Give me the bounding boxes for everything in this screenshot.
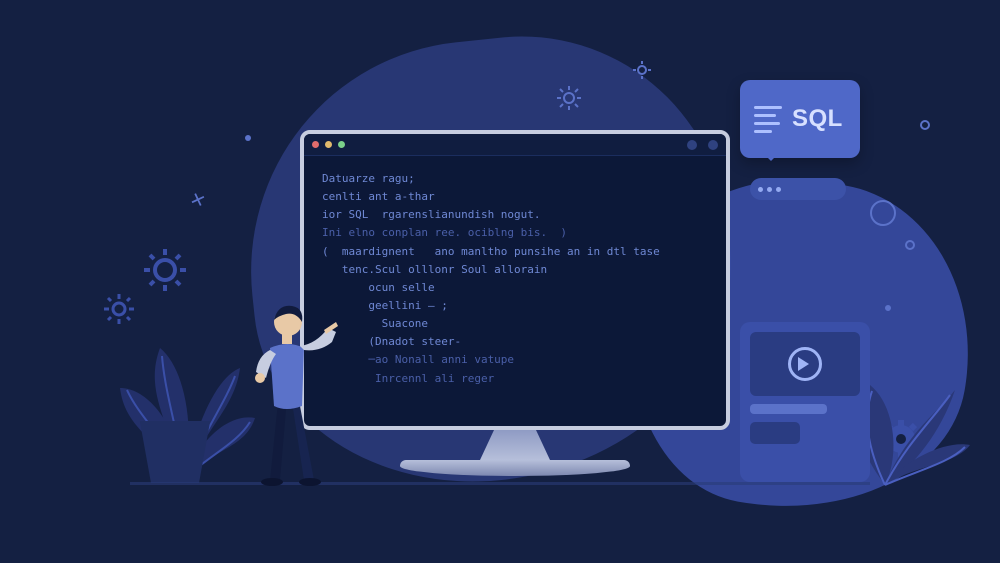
monitor: Datuarze ragu; cenlti ant a-thar ior SQL… — [300, 130, 730, 476]
person-icon — [238, 292, 338, 486]
gear-icon — [632, 60, 652, 80]
traffic-light-close-icon — [312, 141, 319, 148]
dot-icon — [758, 187, 763, 192]
placeholder-line — [750, 404, 827, 414]
video-thumbnail — [750, 332, 860, 396]
sql-label: SQL — [792, 105, 843, 133]
gear-icon — [140, 245, 190, 295]
dot-icon — [767, 187, 772, 192]
placeholder-block — [750, 422, 800, 444]
sql-badge: SQL — [740, 80, 860, 158]
traffic-light-minimize-icon — [325, 141, 332, 148]
code-block: Datuarze ragu; cenlti ant a-thar ior SQL… — [304, 156, 726, 402]
small-ring-icon — [920, 120, 930, 130]
dot-icon — [776, 187, 781, 192]
code-window: Datuarze ragu; cenlti ant a-thar ior SQL… — [300, 130, 730, 430]
monitor-stand — [400, 460, 630, 476]
gear-icon — [556, 85, 582, 111]
window-control-icon — [687, 140, 697, 150]
text-lines-icon — [754, 106, 782, 133]
window-control-icon — [708, 140, 718, 150]
dot-icon — [885, 305, 891, 311]
ring-icon — [870, 200, 896, 226]
search-pill — [750, 178, 846, 200]
small-ring-icon — [905, 240, 915, 250]
traffic-light-zoom-icon — [338, 141, 345, 148]
x-icon: ✕ — [187, 188, 208, 213]
illustration-canvas: ✕ — [0, 0, 1000, 563]
dot-icon — [245, 135, 251, 141]
play-icon — [788, 347, 822, 381]
media-card — [740, 322, 870, 482]
window-titlebar — [304, 134, 726, 156]
monitor-neck — [480, 430, 550, 460]
